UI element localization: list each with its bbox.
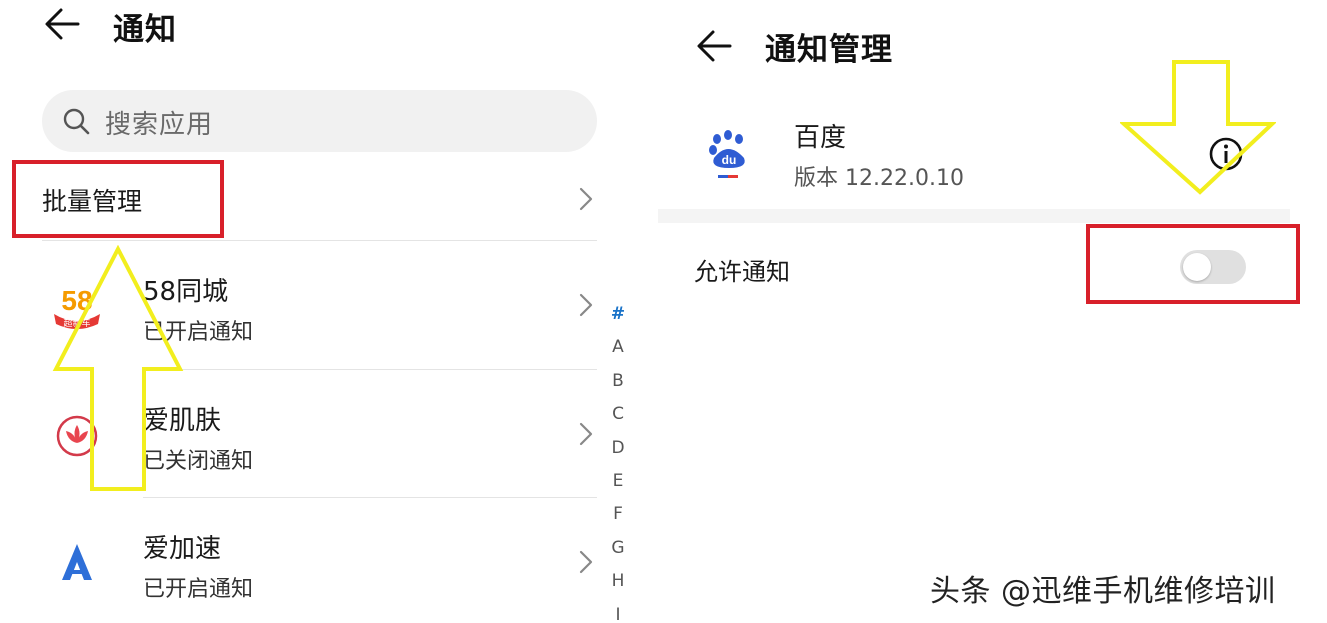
back-arrow-icon[interactable] — [42, 4, 82, 44]
back-arrow-icon[interactable] — [694, 26, 734, 66]
chevron-right-icon — [579, 293, 593, 317]
index-letter[interactable]: B — [606, 365, 630, 398]
search-icon — [63, 108, 90, 135]
index-letter[interactable]: C — [606, 398, 630, 431]
app-version: 版本 12.22.0.10 — [794, 166, 964, 191]
chevron-right-icon — [579, 422, 593, 446]
index-letter[interactable]: I — [606, 599, 630, 623]
highlight-box-batch-manage — [12, 160, 224, 238]
notification-list-screen: 通知 搜索应用 批量管理 58 超新车 58同城 已开启通知 爱肌肤 已关闭通知… — [0, 0, 640, 623]
watermark-text: 头条 @迅维手机维修培训 — [930, 574, 1276, 609]
index-letter[interactable]: D — [606, 432, 630, 465]
index-letter[interactable]: G — [606, 532, 630, 565]
search-input[interactable]: 搜索应用 — [105, 104, 213, 141]
search-bar[interactable]: 搜索应用 — [42, 90, 597, 152]
chevron-right-icon — [579, 187, 593, 211]
index-letter[interactable]: A — [606, 331, 630, 364]
index-letter[interactable]: F — [606, 498, 630, 531]
baidu-paw-icon: du — [709, 130, 745, 178]
index-letter[interactable]: E — [606, 465, 630, 498]
chevron-right-icon — [579, 550, 593, 574]
app-row-aijiasu[interactable]: 爱加速 已开启通知 — [0, 498, 600, 623]
app-notification-status: 已开启通知 — [143, 577, 254, 602]
alphabet-index-bar[interactable]: # A B C D E F G H I — [606, 298, 630, 623]
index-letter[interactable]: # — [606, 298, 630, 331]
highlight-box-toggle — [1086, 224, 1300, 304]
notification-detail-screen: 通知管理 du 百度 版本 12.22.0.10 允许通知 — [658, 0, 1327, 623]
app-name: 爱加速 — [143, 534, 222, 564]
aijiasu-a-icon — [62, 544, 92, 580]
section-divider — [658, 209, 1290, 223]
page-title: 通知 — [113, 12, 177, 48]
annotation-up-arrow-icon — [52, 245, 184, 491]
allow-notifications-label: 允许通知 — [694, 258, 790, 286]
baidu-icon-text: du — [722, 153, 737, 167]
app-name: 百度 — [794, 123, 847, 153]
page-title: 通知管理 — [765, 32, 893, 68]
index-letter[interactable]: H — [606, 565, 630, 598]
annotation-down-arrow-icon — [1120, 60, 1276, 195]
